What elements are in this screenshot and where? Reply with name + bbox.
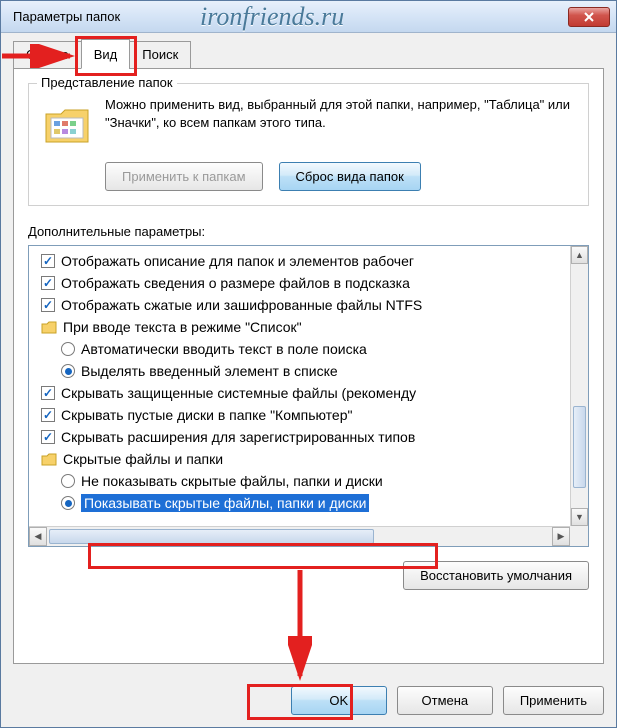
restore-defaults-button[interactable]: Восстановить умолчания (403, 561, 589, 590)
apply-button[interactable]: Применить (503, 686, 604, 715)
folder-views-group: Представление папок Можно применить вид,… (28, 83, 589, 206)
scrollbar-corner (570, 526, 588, 546)
tree-radio-list-search[interactable]: Автоматически вводить текст в поле поиск… (31, 338, 586, 360)
tree-radio-hidden-hide[interactable]: Не показывать скрытые файлы, папки и дис… (31, 470, 586, 492)
checkbox-icon[interactable] (41, 254, 55, 268)
horizontal-scrollbar[interactable]: ◀ ▶ (29, 526, 570, 546)
tab-strip: Общие Вид Поиск (13, 39, 604, 69)
checkbox-icon[interactable] (41, 298, 55, 312)
radio-icon[interactable] (61, 342, 75, 356)
folder-icon (43, 100, 91, 148)
scroll-right-icon[interactable]: ▶ (552, 527, 570, 546)
checkbox-icon[interactable] (41, 386, 55, 400)
radio-icon[interactable] (61, 364, 75, 378)
folder-icon (41, 320, 57, 334)
tree-row-hide-protected[interactable]: Скрывать защищенные системные файлы (рек… (31, 382, 586, 404)
tree-row-size-tips[interactable]: Отображать сведения о размере файлов в п… (31, 272, 586, 294)
checkbox-icon[interactable] (41, 430, 55, 444)
folder-views-description: Можно применить вид, выбранный для этой … (105, 96, 574, 148)
tree-row-desc-tips[interactable]: Отображать описание для папок и элементо… (31, 250, 586, 272)
titlebar: Параметры папок (1, 1, 616, 33)
tree-radio-hidden-show[interactable]: Показывать скрытые файлы, папки и диски (31, 492, 586, 514)
apply-to-folders-button: Применить к папкам (105, 162, 263, 191)
ok-button[interactable]: OK (291, 686, 387, 715)
close-button[interactable] (568, 7, 610, 27)
tree-row-hide-empty-drives[interactable]: Скрывать пустые диски в папке "Компьютер… (31, 404, 586, 426)
vertical-scrollbar[interactable]: ▲ ▼ (570, 246, 588, 526)
reset-folders-button[interactable]: Сброс вида папок (279, 162, 421, 191)
folder-icon (41, 452, 57, 466)
tab-panel-view: Представление папок Можно применить вид,… (13, 68, 604, 664)
scroll-left-icon[interactable]: ◀ (29, 527, 47, 546)
cancel-button[interactable]: Отмена (397, 686, 493, 715)
advanced-settings-tree: Отображать описание для папок и элементо… (28, 245, 589, 547)
tab-view[interactable]: Вид (81, 39, 131, 69)
tree-group-list-typing: При вводе текста в режиме "Список" (31, 316, 586, 338)
folder-options-window: Параметры папок ironfriends.ru Общие Вид… (0, 0, 617, 728)
radio-icon[interactable] (61, 496, 75, 510)
tree-radio-list-select[interactable]: Выделять введенный элемент в списке (31, 360, 586, 382)
scroll-track[interactable] (571, 264, 588, 508)
dialog-content: Общие Вид Поиск Представление папок Можн… (1, 33, 616, 676)
radio-icon[interactable] (61, 474, 75, 488)
scroll-thumb[interactable] (573, 406, 586, 489)
scroll-thumb[interactable] (49, 529, 374, 544)
checkbox-icon[interactable] (41, 408, 55, 422)
scroll-up-icon[interactable]: ▲ (571, 246, 588, 264)
tree-row-hide-extensions[interactable]: Скрывать расширения для зарегистрированн… (31, 426, 586, 448)
advanced-settings-label: Дополнительные параметры: (28, 224, 589, 239)
scroll-down-icon[interactable]: ▼ (571, 508, 588, 526)
tab-general[interactable]: Общие (13, 41, 82, 69)
tree-row-ntfs-color[interactable]: Отображать сжатые или зашифрованные файл… (31, 294, 586, 316)
dialog-button-row: OK Отмена Применить (1, 676, 616, 727)
folder-views-legend: Представление папок (37, 75, 177, 90)
tab-search[interactable]: Поиск (129, 41, 191, 69)
tree-group-hidden: Скрытые файлы и папки (31, 448, 586, 470)
window-title: Параметры папок (13, 9, 120, 24)
close-icon (584, 12, 594, 22)
checkbox-icon[interactable] (41, 276, 55, 290)
